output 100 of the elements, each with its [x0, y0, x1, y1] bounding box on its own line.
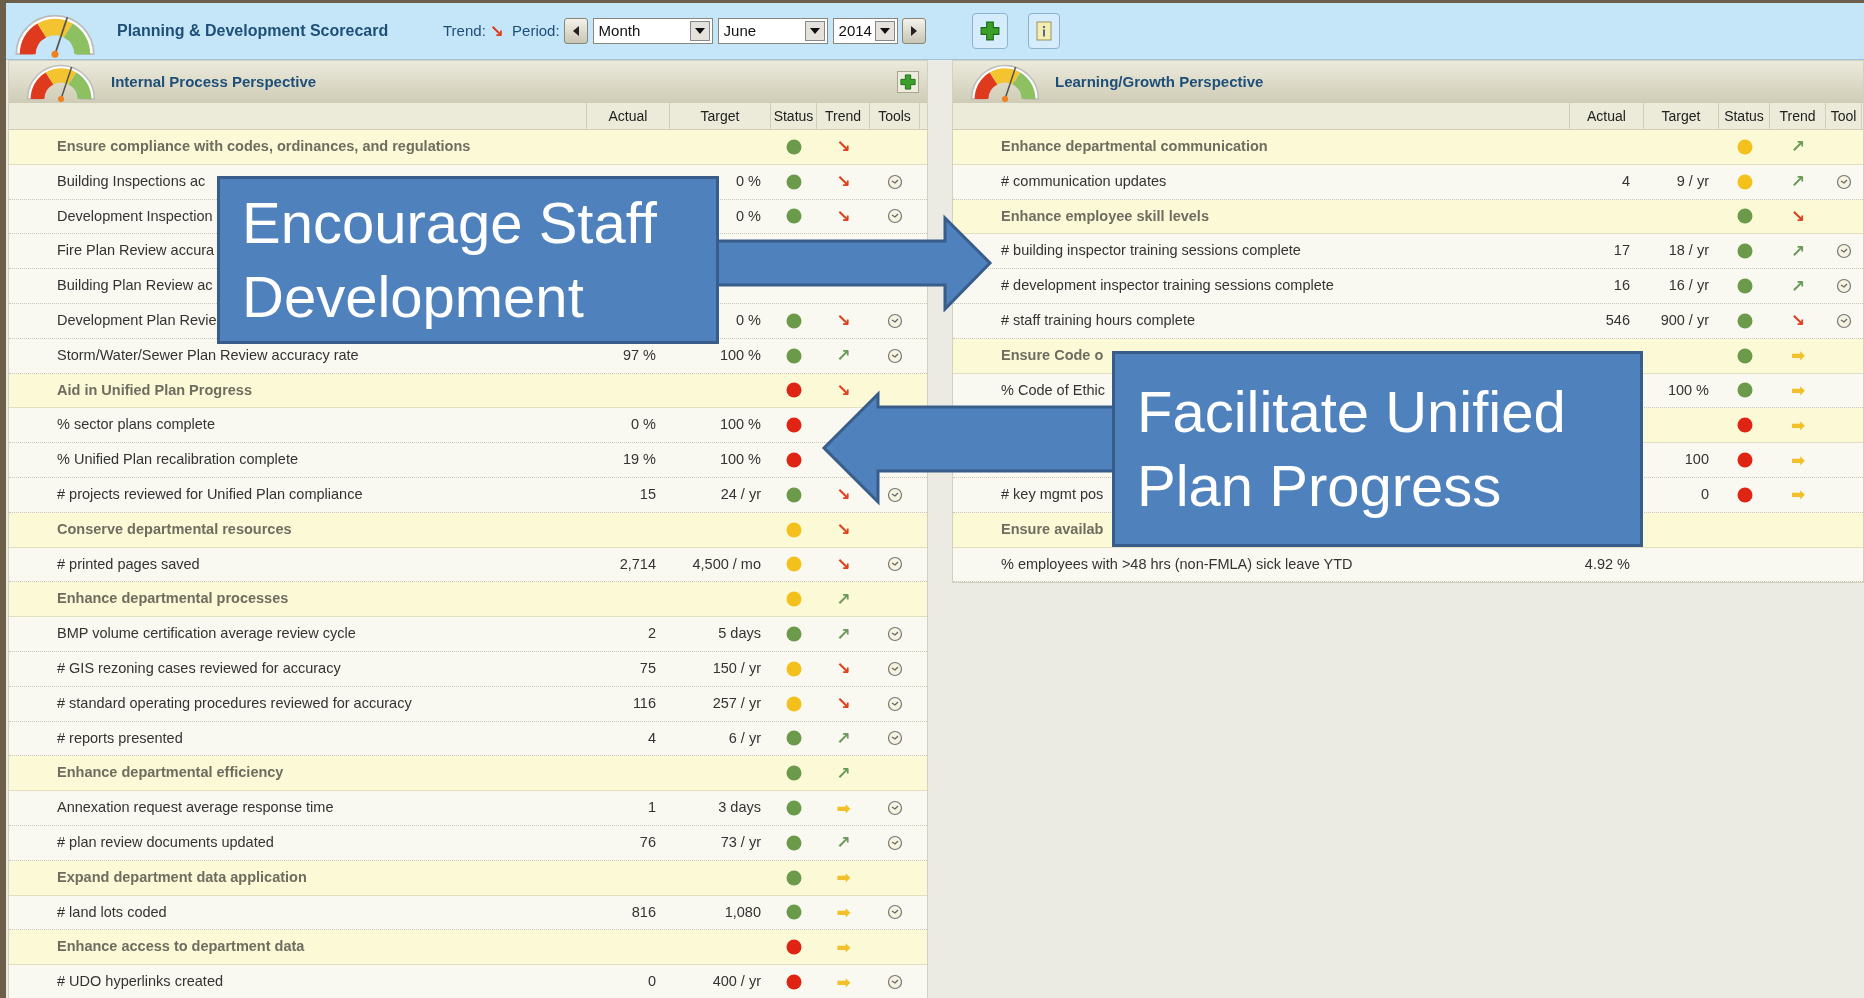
metric-label: Annexation request average response time: [57, 798, 334, 818]
tools-icon[interactable]: [887, 208, 903, 225]
metric-label: % Unified Plan recalibration complete: [57, 450, 298, 470]
trend-arrow-icon: ↗: [1790, 277, 1806, 295]
metric-label: # key mgmt pos: [1001, 485, 1104, 504]
app-title: Planning & Development Scorecard: [117, 21, 390, 41]
tools-icon[interactable]: [887, 173, 903, 190]
metric-label: Fire Plan Review accura: [57, 241, 215, 261]
actual-value: 16: [1613, 276, 1630, 296]
tools-icon[interactable]: [887, 556, 903, 573]
target-value: 6 / yr: [728, 728, 761, 748]
column-header: Actual: [608, 106, 648, 126]
left-caret-icon: [572, 26, 579, 36]
trend-arrow-icon: ↘: [836, 381, 851, 399]
metric-label: BMP volume certification average review cycle: [57, 624, 356, 644]
next-button[interactable]: [901, 18, 926, 44]
target-value: 0 %: [736, 311, 761, 330]
column-header: Target: [700, 106, 740, 126]
trend-arrow-icon: ↗: [836, 729, 851, 747]
trend-arrow-icon: ➡: [1790, 451, 1806, 469]
trend-arrow-icon: ➡: [836, 799, 851, 817]
tools-icon[interactable]: [887, 730, 903, 747]
tools-icon[interactable]: [887, 800, 903, 817]
metric-label: # projects reviewed for Unified Plan compliance: [57, 485, 363, 504]
trend-arrow-icon: ↗: [836, 834, 851, 852]
tools-icon[interactable]: [887, 347, 903, 364]
actual-value: 4.92 %: [1584, 554, 1630, 574]
target-value: 4,500 / mo: [692, 554, 761, 574]
trend-arrow-icon: ↗: [836, 625, 851, 643]
trend-arrow-icon: ↘: [836, 173, 851, 191]
tools-icon[interactable]: [887, 695, 903, 712]
target-value: 16 / yr: [1668, 276, 1709, 296]
previous-button[interactable]: [563, 18, 588, 44]
target-value: 9 / yr: [1676, 171, 1709, 191]
actual-value: 19 %: [622, 450, 656, 470]
actual-value: 116: [632, 693, 656, 713]
tools-icon[interactable]: [887, 904, 903, 921]
objective-label: Enhance departmental efficiency: [57, 763, 284, 783]
trend-arrow-icon: ↗: [1790, 138, 1806, 156]
target-value: 257 / yr: [712, 693, 761, 713]
target-value: 73 / yr: [720, 832, 761, 852]
target-value: 100: [1684, 450, 1709, 470]
trend-arrow-icon: ↘: [836, 695, 851, 713]
caret-icon: [809, 28, 820, 34]
metric-label: Building Plan Review ac: [57, 276, 213, 296]
trend-arrow-icon: ↘: [489, 22, 505, 40]
metric-label: % employees with >48 hrs (non-FMLA) sick leave YTD: [1001, 554, 1353, 574]
target-value: 100 %: [719, 345, 761, 365]
tools-icon[interactable]: [887, 974, 903, 990]
tools-icon[interactable]: [1836, 243, 1852, 260]
dropdown[interactable]: 2014: [832, 18, 898, 44]
column-header: Actual: [1587, 106, 1626, 126]
trend-arrow-icon: ↘: [836, 208, 851, 225]
objective-label: Enhance employee skill levels: [1001, 206, 1209, 226]
column-header: Trend: [824, 106, 862, 126]
target-value: 400 / yr: [712, 972, 761, 992]
actual-value: 2: [647, 624, 656, 644]
target-value: 0: [1700, 485, 1709, 504]
actual-value: 0: [647, 972, 656, 992]
dropdown[interactable]: June: [717, 18, 828, 44]
add-button[interactable]: [897, 71, 919, 93]
tools-icon[interactable]: [887, 312, 903, 329]
tools-icon[interactable]: [887, 834, 903, 851]
column-header: Tool: [1830, 106, 1857, 126]
objective-label: Enhance departmental processes: [57, 589, 289, 609]
metric-label: % sector plans complete: [57, 415, 215, 435]
trend-arrow-icon: ↘: [836, 312, 851, 330]
panel-title: Learning/Growth Perspective: [1055, 71, 1264, 92]
trend-arrow-icon: ↗: [1790, 173, 1806, 191]
trend-arrow-icon: ↗: [836, 590, 851, 608]
target-value: 18 / yr: [1668, 241, 1709, 261]
target-value: 100 %: [719, 450, 761, 470]
plus-icon: [900, 74, 916, 90]
tools-icon[interactable]: [1836, 173, 1852, 190]
objective-label: Ensure compliance with codes, ordinances, and regulations: [57, 137, 471, 156]
metric-label: # UDO hyperlinks created: [57, 972, 223, 992]
trend-arrow-icon: ↘: [836, 486, 851, 504]
actual-value: 75: [639, 658, 656, 678]
callout-text: Encourage Staff Development: [242, 189, 658, 331]
metric-label: # communication updates: [1001, 171, 1167, 191]
tools-icon[interactable]: [887, 660, 903, 677]
objective-label: Enhance access to department data: [57, 937, 305, 957]
tools-icon[interactable]: [887, 626, 903, 643]
tools-icon[interactable]: [887, 486, 903, 503]
actual-value: 2,714: [619, 554, 656, 574]
target-value: 100 %: [719, 415, 761, 435]
actual-value: 4: [647, 728, 656, 748]
column-header: Tools: [878, 106, 911, 126]
column-header: Status: [1724, 106, 1764, 126]
target-value: 3 days: [718, 798, 761, 818]
target-value: 0 %: [736, 206, 761, 226]
tools-icon[interactable]: [1836, 278, 1852, 295]
dropdown[interactable]: Month: [592, 18, 713, 44]
trend-arrow-icon: ↗: [836, 347, 851, 365]
add-button[interactable]: [971, 13, 1008, 49]
trend-arrow-icon: ↘: [836, 660, 851, 678]
trend-arrow-icon: ➡: [1790, 486, 1806, 504]
tools-icon[interactable]: [1836, 312, 1852, 329]
objective-label: Conserve departmental resources: [57, 519, 292, 539]
trend-arrow-icon: ↘: [1790, 208, 1806, 225]
